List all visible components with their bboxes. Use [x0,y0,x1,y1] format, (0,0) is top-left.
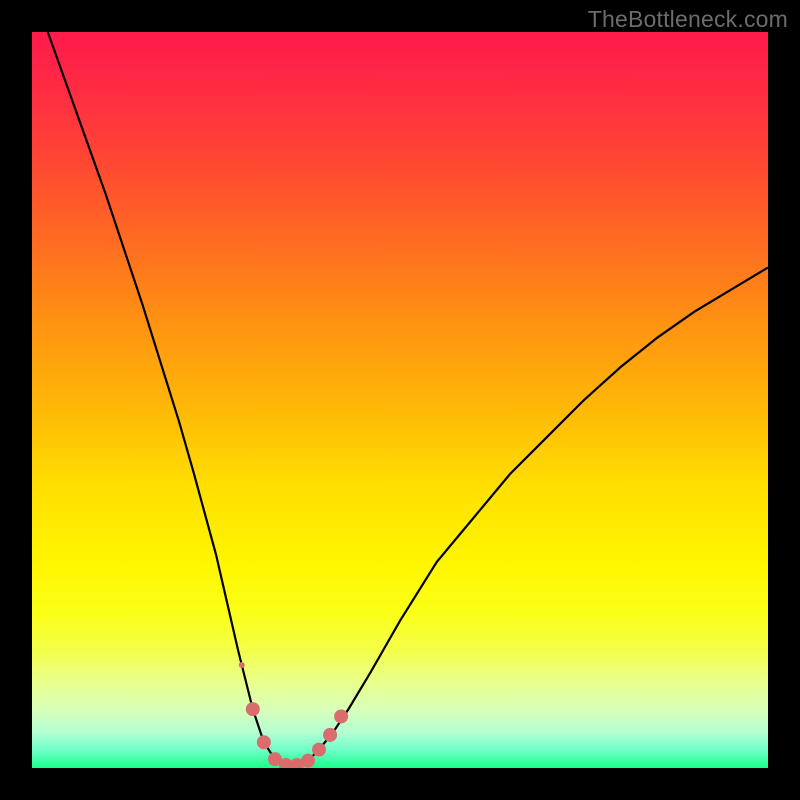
chart-frame: TheBottleneck.com [0,0,800,800]
curve-svg [32,32,768,768]
watermark-text: TheBottleneck.com [588,6,788,33]
highlight-point [301,754,315,768]
highlight-point [323,728,337,742]
bottleneck-curve [32,32,768,765]
highlight-point [334,709,348,723]
plot-area [32,32,768,768]
highlight-point [312,743,326,757]
highlight-point [239,662,245,668]
highlight-point [246,702,260,716]
highlight-point [257,735,271,749]
highlight-points [239,662,348,768]
